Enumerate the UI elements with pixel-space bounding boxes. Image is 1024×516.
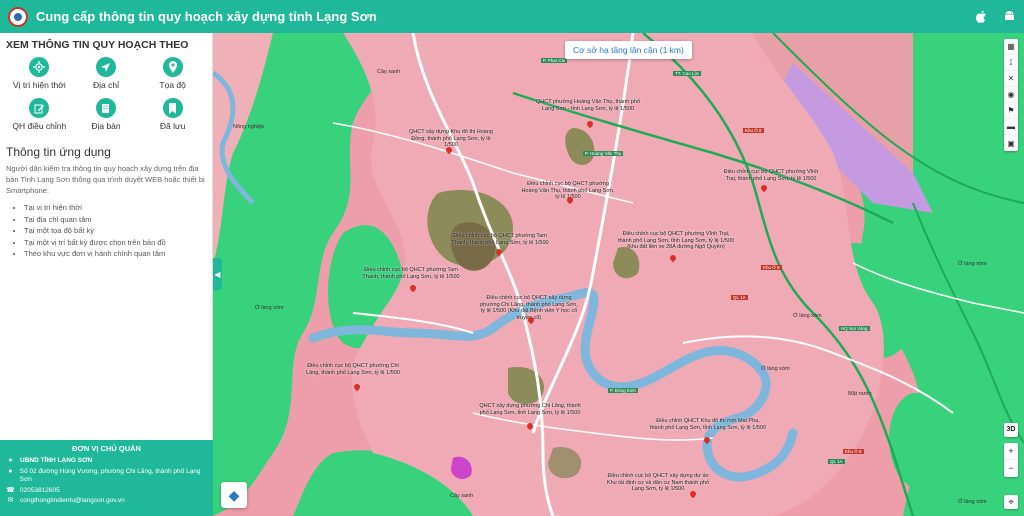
road-tag: Khu Ô 8 — [843, 449, 864, 454]
navigation-icon — [95, 57, 116, 77]
footer-org-row: ● UBND TỈNH LẠNG SƠN — [6, 457, 207, 466]
layers-button[interactable]: ◆ — [221, 482, 247, 508]
plan-label[interactable]: Điều chỉnh cục bộ QHCT phường Tam Thanh,… — [357, 267, 465, 280]
map-place-label: Mặt nước — [848, 391, 872, 397]
option-saved[interactable]: Đã lưu — [139, 98, 206, 131]
road-tag: P. Hoàng Văn Thụ — [583, 151, 624, 156]
location-pin-icon — [162, 57, 183, 77]
lookup-options: Vị trí hiện thời Địa chỉ Tọa độ QH điều … — [0, 53, 212, 135]
chevron-left-icon: ◀ — [214, 269, 221, 279]
option-label: Đã lưu — [159, 121, 186, 131]
footer-address-row: ● Số 02 đường Hùng Vương, phường Chi Lăn… — [6, 468, 207, 485]
plan-label[interactable]: Điều chỉnh cục bộ QHCT xây dựng dự án Kh… — [605, 473, 711, 493]
3d-toggle-button[interactable]: 3D — [1004, 423, 1018, 437]
plan-label[interactable]: QHCT xây dựng Khu đô thị Hoàng Đồng, thà… — [405, 129, 497, 149]
road-tag: HQ Nai Vàng — [839, 326, 870, 331]
footer-phone-row: ☎ 02053812605 — [6, 487, 207, 496]
map-place-label: Ở làng xóm — [793, 313, 822, 319]
layers-icon: ◆ — [228, 486, 240, 503]
list-item: Theo khu vực đơn vị hành chính quan tâm — [24, 248, 206, 260]
nearby-infrastructure-button[interactable]: Cơ sở hạ tầng lân cận (1 km) — [565, 41, 692, 59]
map-place-label: Ở làng xóm — [761, 366, 790, 372]
flag-icon[interactable]: ⚑ — [1004, 103, 1018, 119]
app-info-title: Thông tin ứng dụng — [6, 145, 111, 159]
zoom-controls: + − — [1004, 443, 1018, 477]
crosshair-icon: ⌖ — [1008, 497, 1014, 507]
map-place-label: Cây xanh — [450, 493, 474, 499]
option-adjusted-plan[interactable]: QH điều chỉnh — [6, 98, 73, 131]
map-place-label: Ở làng xóm — [958, 499, 987, 505]
road-tag: P. Đông Kinh — [608, 388, 638, 393]
building-icon — [95, 98, 116, 118]
road-tag: TT. Cao Lộc — [673, 71, 702, 76]
close-x-icon[interactable]: ✕ — [1004, 71, 1018, 87]
plan-label[interactable]: QHCT xây dựng phường Chi Lăng, thành phố… — [479, 403, 581, 416]
map-place-label: Ở làng xóm — [958, 261, 987, 267]
list-item: Tại vị trí hiện thời — [24, 202, 206, 214]
plan-label[interactable]: QHCT phường Hoàng Văn Thụ, thành phố Lạn… — [533, 99, 643, 112]
zoom-out-button[interactable]: − — [1004, 460, 1018, 477]
location-pin-icon: ● — [8, 467, 13, 475]
plan-label[interactable]: Điều chỉnh cục bộ QHCT phường Vĩnh Trại,… — [719, 169, 823, 182]
plan-label[interactable]: Điều chỉnh cục bộ QHCT phường Vĩnh Trại,… — [615, 231, 737, 251]
sidebar-title: XEM THÔNG TIN QUY HOẠCH THEO — [6, 39, 189, 51]
app-header: Cung cấp thông tin quy hoạch xây dựng tỉ… — [0, 0, 1024, 33]
option-coordinates[interactable]: Tọa độ — [139, 57, 206, 90]
footer-email-row: ✉ congthongtindientu@langson.gov.vn — [6, 497, 207, 506]
edit-icon — [29, 98, 50, 118]
map-place-label: Nông nghiệp — [233, 124, 265, 130]
crosshair-icon — [29, 57, 50, 77]
bookmark-icon — [162, 98, 183, 118]
map-canvas[interactable]: Cơ sở hạ tầng lân cận (1 km) ▦ ⫱ ✕ ◉ ⚑ ▬… — [213, 33, 1024, 516]
phone-icon: ☎ — [6, 486, 15, 494]
option-address[interactable]: Địa chỉ — [73, 57, 140, 90]
mail-icon: ✉ — [7, 497, 14, 504]
app-info-description: Người dân kiểm tra thông tin quy hoạch x… — [6, 164, 205, 195]
map-place-label: Cây xanh — [377, 69, 401, 75]
road-tag: P. Phai Cải — [541, 58, 567, 63]
camera-icon[interactable]: ◉ — [1004, 87, 1018, 103]
plan-label[interactable]: Điều chỉnh cục bộ QHCT phường Tam Thanh,… — [451, 233, 549, 246]
locate-me-button[interactable]: ⌖ — [1004, 495, 1018, 509]
footer: ĐƠN VỊ CHỦ QUẢN ● UBND TỈNH LẠNG SƠN ● S… — [0, 440, 213, 516]
list-item: Tại một tọa độ bất kỳ — [24, 225, 206, 237]
ruler-icon[interactable]: ▬ — [1004, 119, 1018, 135]
option-label: Địa chỉ — [93, 80, 119, 90]
apple-icon[interactable] — [974, 10, 988, 24]
footer-heading: ĐƠN VỊ CHỦ QUẢN — [72, 444, 141, 453]
footer-address: Số 02 đường Hùng Vương, phường Chi Lăng,… — [19, 467, 201, 484]
android-icon[interactable] — [1002, 10, 1016, 24]
map-toolbar: ▦ ⫱ ✕ ◉ ⚑ ▬ ▣ — [1004, 39, 1018, 151]
app-info-list: Tại vị trí hiện thời Tại địa chỉ quan tâ… — [0, 196, 212, 260]
road-tag: QL 1A — [731, 295, 748, 300]
list-item: Tại một vị trí bất kỳ được chọn trên bản… — [24, 237, 206, 249]
footer-phone: 02053812605 — [20, 486, 60, 494]
province-logo-icon — [8, 6, 28, 27]
option-label: Địa bàn — [91, 121, 121, 131]
road-tag: Khu Ô 9 — [761, 265, 782, 270]
footer-email[interactable]: congthongtindientu@langson.gov.vn — [20, 497, 125, 506]
plan-label[interactable]: Điều chỉnh QHCT Khu đô thị mới Mai Pha, … — [649, 418, 767, 431]
footer-org: UBND TỈNH LẠNG SƠN — [20, 457, 93, 464]
road-tag: Khu Ô 8 — [743, 128, 764, 133]
option-current-location[interactable]: Vị trí hiện thời — [6, 57, 73, 90]
trash-icon[interactable]: ▣ — [1004, 135, 1018, 151]
option-label: Tọa độ — [159, 80, 186, 90]
user-icon: ● — [8, 457, 13, 464]
page-title: Cung cấp thông tin quy hoạch xây dựng tỉ… — [36, 9, 377, 24]
option-label: Vị trí hiện thời — [12, 80, 66, 90]
option-area[interactable]: Địa bàn — [73, 98, 140, 131]
zoom-in-button[interactable]: + — [1004, 443, 1018, 460]
collapse-sidebar-button[interactable]: ◀ — [213, 258, 222, 290]
list-item: Tại địa chỉ quan tâm — [24, 214, 206, 226]
image-icon[interactable]: ▦ — [1004, 39, 1018, 55]
map-place-label: Ở làng xóm — [255, 305, 284, 311]
sidebar: XEM THÔNG TIN QUY HOẠCH THEO Vị trí hiện… — [0, 33, 213, 516]
plan-label[interactable]: Điều chỉnh cục bộ QHCT phường Chi Lăng, … — [305, 363, 401, 376]
road-tag: QL 1A — [828, 459, 845, 464]
share-icon[interactable]: ⫱ — [1004, 55, 1018, 71]
option-label: QH điều chỉnh — [12, 121, 67, 131]
